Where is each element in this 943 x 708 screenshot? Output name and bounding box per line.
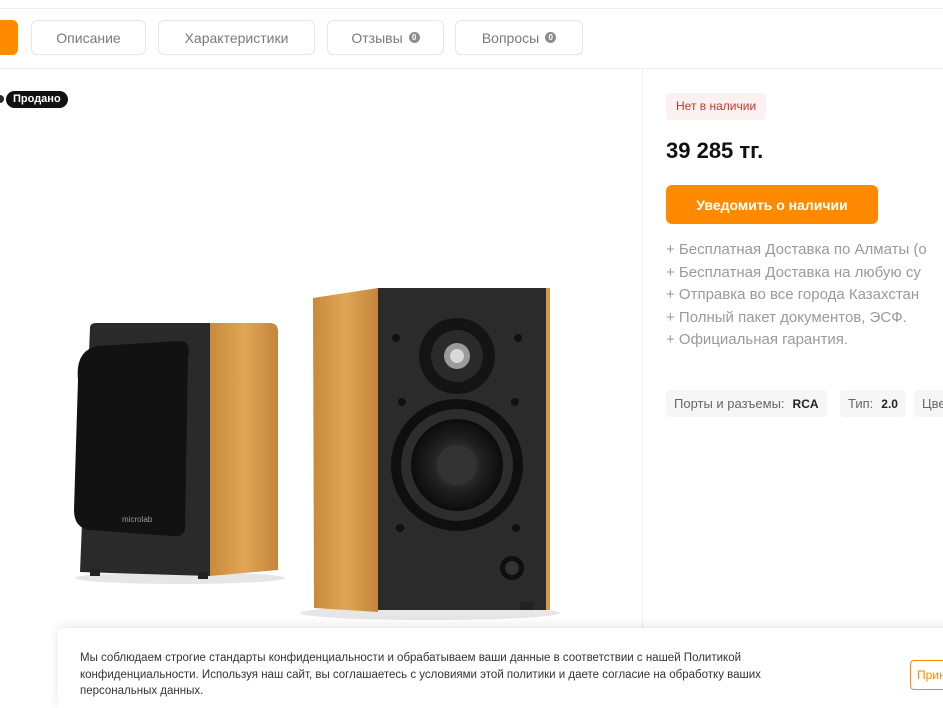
column-divider [642,69,643,629]
spec-label: Порты и разъемы: [674,396,785,411]
product-image[interactable]: microlab [60,280,560,630]
tab-characteristics[interactable]: Характеристики [158,20,315,55]
tabs-divider [0,68,943,69]
spec-chip-ports[interactable]: Порты и разъемы: RCA [666,390,827,417]
spec-value: RCA [792,396,819,411]
tab-label: Отзывы [351,29,403,46]
product-price: 39 285 тг. [666,138,764,163]
spec-label: Тип: [848,396,874,411]
spec-label: Цве [922,396,943,411]
brand-logo: microlab [122,515,153,524]
spec-chip-color[interactable]: Цве [914,390,943,417]
count-badge: 0 [545,32,557,43]
benefit-item: + Официальная гарантия. [666,331,849,348]
tab-label: Характеристики [184,29,289,46]
tab-active[interactable] [0,20,18,55]
sold-badge: Продано [6,91,68,108]
tab-label: Описание [56,29,121,46]
benefits-list: + Бесплатная Доставка по Алматы (о + Бес… [666,239,943,352]
tab-label: Вопросы [481,29,540,46]
badge-dot [0,95,4,103]
count-badge: 0 [408,32,420,43]
benefit-item: + Отправка во все города Казахстан [666,286,920,303]
cookie-banner: Мы соблюдаем строгие стандарты конфиденц… [58,628,943,708]
cookie-text: Мы соблюдаем строгие стандарты конфиденц… [80,652,761,697]
tab-questions[interactable]: Вопросы 0 [455,20,583,55]
spec-chip-type[interactable]: Тип: 2.0 [840,390,906,417]
tab-description[interactable]: Описание [31,20,146,55]
benefit-item: + Полный пакет документов, ЭСФ. [666,308,907,326]
cookie-accept-button[interactable]: Прин [910,660,943,690]
benefit-item: + Бесплатная Доставка на любую су [666,263,921,281]
stock-status-badge: Нет в наличии [666,93,767,120]
benefit-item: + Бесплатная Доставка по Алматы (о [666,241,927,258]
top-bar [0,0,943,9]
notify-availability-button[interactable]: Уведомить о наличии [666,185,878,224]
tab-reviews[interactable]: Отзывы 0 [327,20,444,55]
spec-value: 2.0 [881,396,898,411]
